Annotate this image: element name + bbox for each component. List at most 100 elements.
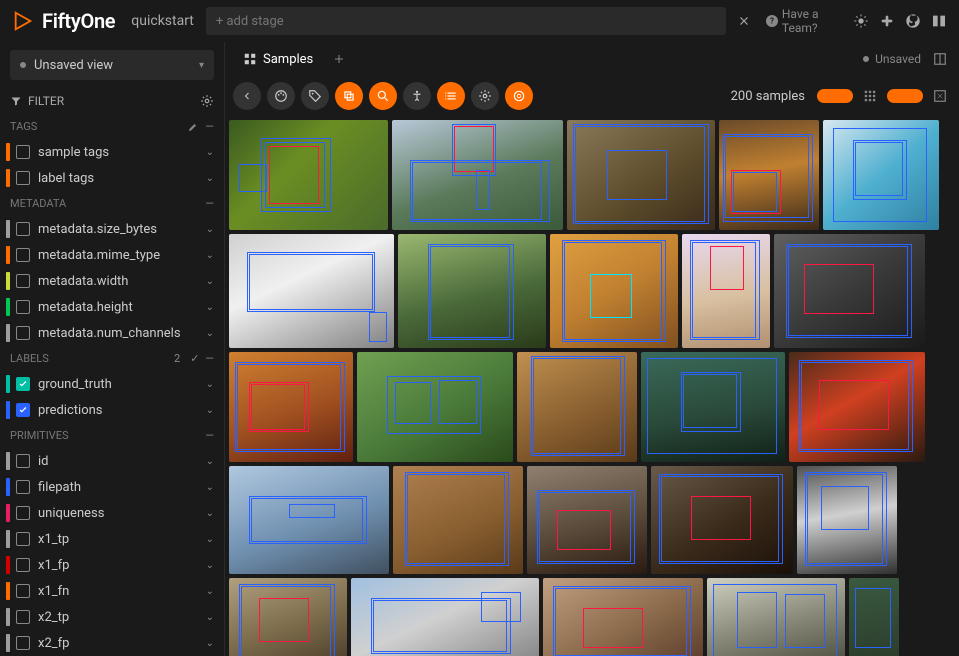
size-slider[interactable] <box>887 89 923 103</box>
dataset-name[interactable]: quickstart <box>131 13 194 29</box>
minus-icon[interactable]: — <box>205 429 214 442</box>
sample-thumbnail[interactable] <box>351 578 539 656</box>
field-metadata-mime-type[interactable]: metadata.mime_type⌄ <box>0 242 224 268</box>
sample-thumbnail[interactable] <box>392 120 563 230</box>
minus-icon[interactable]: — <box>205 120 214 133</box>
sample-thumbnail[interactable] <box>357 352 513 462</box>
field-checkbox[interactable] <box>16 506 30 520</box>
field-checkbox[interactable] <box>16 300 30 314</box>
chevron-down-icon[interactable]: ⌄ <box>206 250 214 261</box>
sample-thumbnail[interactable] <box>651 466 793 574</box>
field-checkbox[interactable] <box>16 248 30 262</box>
chevron-down-icon[interactable]: ⌄ <box>206 328 214 339</box>
layout-icon[interactable] <box>929 48 951 70</box>
chevron-down-icon[interactable]: ⌄ <box>206 405 214 416</box>
field-label tags[interactable]: label tags⌄ <box>0 165 224 191</box>
field-predictions[interactable]: predictions⌄ <box>0 397 224 423</box>
grid-view-icon[interactable] <box>859 85 881 107</box>
chevron-down-icon[interactable]: ⌄ <box>206 638 214 649</box>
unsaved-indicator[interactable]: Unsaved <box>863 52 921 66</box>
field-checkbox[interactable] <box>16 480 30 494</box>
field-x2-fp[interactable]: x2_fp⌄ <box>0 630 224 656</box>
chevron-down-icon[interactable]: ⌄ <box>206 379 214 390</box>
chevron-down-icon[interactable]: ⌄ <box>206 586 214 597</box>
github-icon[interactable] <box>905 11 921 31</box>
sample-thumbnail[interactable] <box>641 352 785 462</box>
field-sample tags[interactable]: sample tags⌄ <box>0 139 224 165</box>
tag-button[interactable] <box>301 82 329 110</box>
field-checkbox[interactable] <box>16 532 30 546</box>
chevron-down-icon[interactable]: ⌄ <box>206 482 214 493</box>
field-uniqueness[interactable]: uniqueness⌄ <box>0 500 224 526</box>
field-x1-tp[interactable]: x1_tp⌄ <box>0 526 224 552</box>
slack-icon[interactable] <box>879 11 895 31</box>
field-checkbox[interactable] <box>16 454 30 468</box>
chevron-down-icon[interactable]: ⌄ <box>206 534 214 545</box>
view-selector[interactable]: Unsaved view ▾ <box>10 50 214 80</box>
group-header-primitives[interactable]: PRIMITIVES— <box>0 423 224 448</box>
sample-thumbnail[interactable] <box>229 466 389 574</box>
chevron-down-icon[interactable]: ⌄ <box>206 302 214 313</box>
group-header-tags[interactable]: TAGS— <box>0 114 224 139</box>
chevron-down-icon[interactable]: ⌄ <box>206 173 214 184</box>
expand-icon[interactable] <box>929 85 951 107</box>
search-button[interactable] <box>369 82 397 110</box>
sample-thumbnail[interactable] <box>229 120 388 230</box>
field-metadata-height[interactable]: metadata.height⌄ <box>0 294 224 320</box>
sample-thumbnail[interactable] <box>774 234 925 348</box>
field-checkbox[interactable] <box>16 145 30 159</box>
chevron-down-icon[interactable]: ⌄ <box>206 224 214 235</box>
sample-thumbnail[interactable] <box>543 578 703 656</box>
add-tab-icon[interactable] <box>329 49 349 69</box>
sample-thumbnail[interactable] <box>517 352 637 462</box>
back-button[interactable] <box>233 82 261 110</box>
field-x1-fn[interactable]: x1_fn⌄ <box>0 578 224 604</box>
sample-thumbnail[interactable] <box>229 578 347 656</box>
chevron-down-icon[interactable]: ⌄ <box>206 612 214 623</box>
chevron-down-icon[interactable]: ⌄ <box>206 276 214 287</box>
field-checkbox[interactable] <box>16 274 30 288</box>
field-filepath[interactable]: filepath⌄ <box>0 474 224 500</box>
sample-thumbnail[interactable] <box>719 120 819 230</box>
field-checkbox[interactable] <box>16 403 30 417</box>
field-checkbox[interactable] <box>16 558 30 572</box>
zoom-slider[interactable] <box>817 89 853 103</box>
help-icon[interactable]: ? <box>762 11 782 31</box>
sample-thumbnail[interactable] <box>229 352 353 462</box>
field-x1-fp[interactable]: x1_fp⌄ <box>0 552 224 578</box>
chevron-down-icon[interactable]: ⌄ <box>206 508 214 519</box>
add-stage-input[interactable] <box>206 7 726 35</box>
field-checkbox[interactable] <box>16 584 30 598</box>
docs-icon[interactable] <box>931 11 947 31</box>
field-checkbox[interactable] <box>16 326 30 340</box>
sample-thumbnail[interactable] <box>797 466 897 574</box>
field-checkbox[interactable] <box>16 610 30 624</box>
tab-samples[interactable]: Samples <box>233 48 323 71</box>
sample-thumbnail[interactable] <box>849 578 899 656</box>
brightness-icon[interactable] <box>853 11 869 31</box>
field-id[interactable]: id⌄ <box>0 448 224 474</box>
edit-icon[interactable] <box>187 121 199 133</box>
field-checkbox[interactable] <box>16 377 30 391</box>
sample-thumbnail[interactable] <box>823 120 939 230</box>
sample-thumbnail[interactable] <box>567 120 715 230</box>
clear-stage-icon[interactable] <box>734 11 754 31</box>
sample-grid[interactable] <box>225 116 959 656</box>
settings-button[interactable] <box>471 82 499 110</box>
accessibility-button[interactable] <box>403 82 431 110</box>
minus-icon[interactable]: — <box>205 352 214 365</box>
team-link[interactable]: Have a Team? <box>782 7 837 35</box>
palette-button[interactable] <box>267 82 295 110</box>
chevron-down-icon[interactable]: ⌄ <box>206 147 214 158</box>
sample-thumbnail[interactable] <box>707 578 845 656</box>
field-ground-truth[interactable]: ground_truth⌄ <box>0 371 224 397</box>
logo[interactable]: FiftyOne <box>12 9 115 33</box>
field-metadata-size-bytes[interactable]: metadata.size_bytes⌄ <box>0 216 224 242</box>
sample-thumbnail[interactable] <box>229 234 394 348</box>
field-metadata-width[interactable]: metadata.width⌄ <box>0 268 224 294</box>
field-metadata-num-channels[interactable]: metadata.num_channels⌄ <box>0 320 224 346</box>
field-checkbox[interactable] <box>16 222 30 236</box>
sample-thumbnail[interactable] <box>398 234 546 348</box>
group-header-labels[interactable]: LABELS2✓— <box>0 346 224 371</box>
sample-thumbnail[interactable] <box>682 234 770 348</box>
